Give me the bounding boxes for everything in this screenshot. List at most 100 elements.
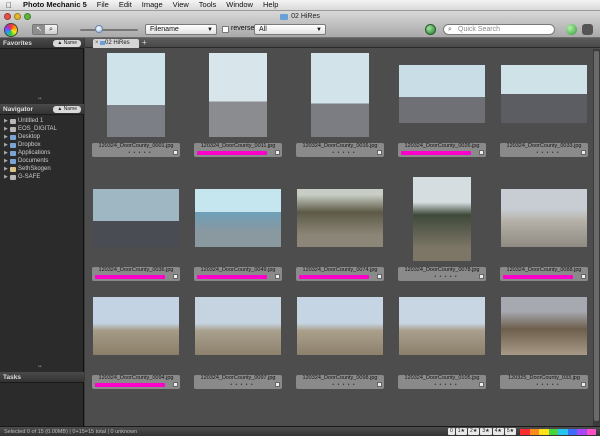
quick-search-input[interactable]: ⌕ Quick Search xyxy=(443,24,555,35)
nav-item-desktop[interactable]: ▶ Desktop xyxy=(0,133,84,141)
menu-help[interactable]: Help xyxy=(258,0,283,10)
menu-window[interactable]: Window xyxy=(221,0,258,10)
tag-checkbox[interactable] xyxy=(377,150,382,155)
close-tab-icon[interactable]: × xyxy=(95,39,99,48)
tag-checkbox[interactable] xyxy=(581,382,586,387)
tag-checkbox[interactable] xyxy=(377,382,382,387)
star-rating[interactable]: • • • • • xyxy=(528,382,568,388)
thumbnail-cell[interactable]: 120324_DoorCounty_0105.jpg • • • • • xyxy=(393,283,486,391)
panel-resize-grip[interactable]: •• xyxy=(38,96,42,102)
menu-app[interactable]: Photo Mechanic 5 xyxy=(18,0,92,10)
tag-checkbox[interactable] xyxy=(173,382,178,387)
nav-item-untitled[interactable]: ▶ Untitled 1 xyxy=(0,117,84,125)
rating-filter-4[interactable]: 4★ xyxy=(492,428,504,435)
vertical-scrollbar[interactable] xyxy=(593,49,600,426)
disclosure-triangle-icon[interactable]: ▶ xyxy=(4,157,9,165)
thumbnail-image[interactable] xyxy=(413,177,471,261)
apple-menu-icon[interactable]:  xyxy=(0,1,18,10)
thumbnail-image[interactable] xyxy=(297,297,383,355)
thumbnail-image[interactable] xyxy=(93,189,179,247)
tab-02-hires[interactable]: × 02 HiRes xyxy=(93,39,139,48)
thumbnail-cell[interactable]: 120324_DoorCounty_0036.jpg xyxy=(87,175,180,283)
thumbnail-size-slider[interactable] xyxy=(80,29,138,31)
thumbnail-cell[interactable]: 120324_DoorCounty_0016.jpg • • • • • xyxy=(291,51,384,159)
thumbnail-cell[interactable]: 120324_DoorCounty_0078.jpg • • • • • xyxy=(393,175,486,283)
thumbnail-image[interactable] xyxy=(501,297,587,355)
thumbnail-image[interactable] xyxy=(195,189,281,247)
pointer-tool-button[interactable]: ↖ xyxy=(33,25,45,34)
rating-filter-3[interactable]: 3★ xyxy=(480,428,492,435)
camera-icon[interactable] xyxy=(582,24,593,35)
favorites-sort-button[interactable]: ▲ Name xyxy=(53,40,81,47)
thumbnail-image[interactable] xyxy=(311,53,369,137)
star-rating[interactable]: • • • • • xyxy=(426,382,466,388)
thumbnail-image[interactable] xyxy=(501,189,587,247)
thumbnail-image[interactable] xyxy=(93,297,179,355)
star-rating[interactable]: • • • • • xyxy=(120,150,160,156)
star-rating[interactable]: • • • • • xyxy=(426,274,466,280)
color-class-swatch-6[interactable] xyxy=(567,429,577,435)
thumbnail-image[interactable] xyxy=(399,297,485,355)
ingest-icon[interactable] xyxy=(425,24,436,35)
disclosure-triangle-icon[interactable]: ▶ xyxy=(4,173,9,181)
thumbnail-cell[interactable]: 120324_DoorCounty_0049.jpg xyxy=(189,175,282,283)
sort-field-select[interactable]: Filename ▼ xyxy=(145,24,217,35)
tag-checkbox[interactable] xyxy=(581,274,586,279)
thumbnail-cell[interactable]: 120324_DoorCounty_0026.jpg xyxy=(393,51,486,159)
nav-item-eos-digital[interactable]: ▶ EOS_DIGITAL xyxy=(0,125,84,133)
thumbnail-cell[interactable]: 120324_DoorCounty_0033.jpg • • • • • xyxy=(495,51,588,159)
rating-filter-0[interactable]: 0 xyxy=(448,428,455,435)
thumbnail-image[interactable] xyxy=(195,297,281,355)
menu-view[interactable]: View xyxy=(168,0,194,10)
nav-item-dropbox[interactable]: ▶ Dropbox xyxy=(0,141,84,149)
thumbnail-cell[interactable]: 120324_DoorCounty_0011.jpg xyxy=(189,51,282,159)
thumbnail-image[interactable] xyxy=(209,53,267,137)
filter-select[interactable]: All ▼ xyxy=(254,24,326,35)
thumbnail-cell[interactable]: 120325_DoorCounty_033.jpg • • • • • xyxy=(495,283,588,391)
thumbnail-cell[interactable]: 120324_DoorCounty_0097.jpg • • • • • xyxy=(189,283,282,391)
disclosure-triangle-icon[interactable]: ▶ xyxy=(4,117,9,125)
color-class-swatch-7[interactable] xyxy=(577,429,587,435)
nav-item-sethskogen[interactable]: ▶ SethSkogen xyxy=(0,165,84,173)
star-rating[interactable]: • • • • • xyxy=(324,150,364,156)
thumbnail-image[interactable] xyxy=(297,189,383,247)
scrollbar-thumb[interactable] xyxy=(594,51,599,421)
panel-resize-grip[interactable]: •• xyxy=(38,364,42,370)
tag-checkbox[interactable] xyxy=(275,150,280,155)
tag-checkbox[interactable] xyxy=(173,150,178,155)
star-rating[interactable]: • • • • • xyxy=(528,150,568,156)
color-class-swatch-8[interactable] xyxy=(586,429,596,435)
menu-file[interactable]: File xyxy=(92,0,114,10)
rating-filter-1[interactable]: 1★ xyxy=(455,428,468,435)
zoom-tool-button[interactable]: ⌕ xyxy=(45,25,57,34)
thumbnail-image[interactable] xyxy=(107,53,165,137)
tag-checkbox[interactable] xyxy=(173,274,178,279)
tag-checkbox[interactable] xyxy=(377,274,382,279)
color-class-swatch-2[interactable] xyxy=(529,429,539,435)
menu-image[interactable]: Image xyxy=(137,0,168,10)
reverse-checkbox[interactable] xyxy=(222,26,229,33)
thumbnail-image[interactable] xyxy=(399,65,485,123)
tag-checkbox[interactable] xyxy=(275,274,280,279)
rating-filter-5[interactable]: 5★ xyxy=(504,428,517,435)
nav-item-applications[interactable]: ▶ Applications xyxy=(0,149,84,157)
add-tab-icon[interactable]: + xyxy=(142,38,147,48)
color-class-swatch-3[interactable] xyxy=(539,429,549,435)
zoom-window-button[interactable] xyxy=(24,13,31,20)
menu-tools[interactable]: Tools xyxy=(194,0,222,10)
thumbnail-cell[interactable]: 120324_DoorCounty_0074.jpg xyxy=(291,175,384,283)
tag-checkbox[interactable] xyxy=(479,274,484,279)
menu-edit[interactable]: Edit xyxy=(114,0,137,10)
navigator-sort-button[interactable]: ▲ Name xyxy=(53,106,81,113)
color-class-swatch-5[interactable] xyxy=(558,429,568,435)
color-class-swatch-4[interactable] xyxy=(548,429,558,435)
disclosure-triangle-icon[interactable]: ▶ xyxy=(4,141,9,149)
star-rating[interactable]: • • • • • xyxy=(222,382,262,388)
star-rating[interactable]: • • • • • xyxy=(324,382,364,388)
nav-item-g-safe[interactable]: ▶ G-SAFE xyxy=(0,173,84,181)
tag-checkbox[interactable] xyxy=(581,150,586,155)
tag-checkbox[interactable] xyxy=(479,382,484,387)
disclosure-triangle-icon[interactable]: ▶ xyxy=(4,125,9,133)
tag-checkbox[interactable] xyxy=(479,150,484,155)
disclosure-triangle-icon[interactable]: ▶ xyxy=(4,149,9,157)
